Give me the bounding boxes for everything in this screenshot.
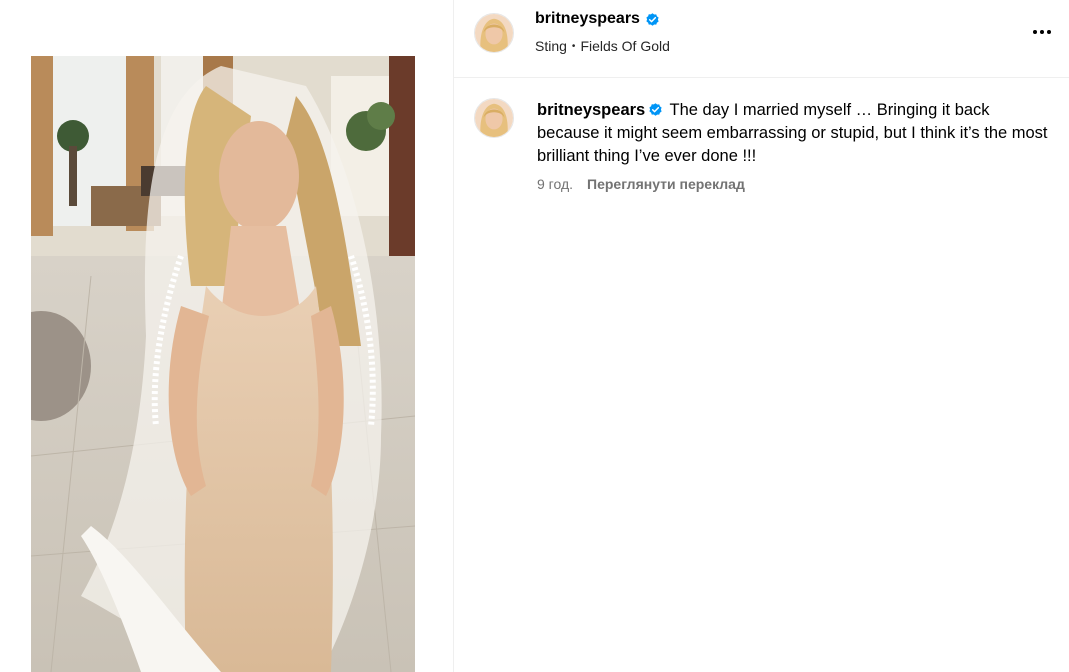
more-dot [1047,30,1051,34]
panel-divider [453,0,454,672]
music-info[interactable]: Sting • Fields Of Gold [535,38,670,54]
music-separator: • [571,40,576,52]
header-username-text[interactable]: britneyspears [535,10,640,28]
header-username[interactable]: britneyspears [535,10,660,28]
more-options-icon[interactable] [1030,20,1054,44]
post-photo[interactable] [31,56,415,672]
post-header: britneyspears Sting • Fields Of Gold [454,0,1069,78]
caption-text-block: britneyspears The day I married myself …… [537,99,1052,168]
verified-badge-icon [648,102,663,117]
more-dot [1033,30,1037,34]
music-artist[interactable]: Sting [535,38,567,54]
caption-username[interactable]: britneyspears [537,101,645,119]
verified-badge-icon [645,12,660,27]
caption-meta: 9 год. Переглянути переклад [537,176,745,192]
post-time[interactable]: 9 год. [537,176,573,192]
avatar-image [475,99,513,137]
avatar-image [475,14,513,52]
header-avatar[interactable] [474,13,514,53]
music-song[interactable]: Fields Of Gold [580,38,669,54]
post-photo-image [31,56,415,672]
more-dot [1040,30,1044,34]
see-translation-button[interactable]: Переглянути переклад [587,176,745,192]
media-panel [0,0,453,672]
caption-avatar[interactable] [474,98,514,138]
